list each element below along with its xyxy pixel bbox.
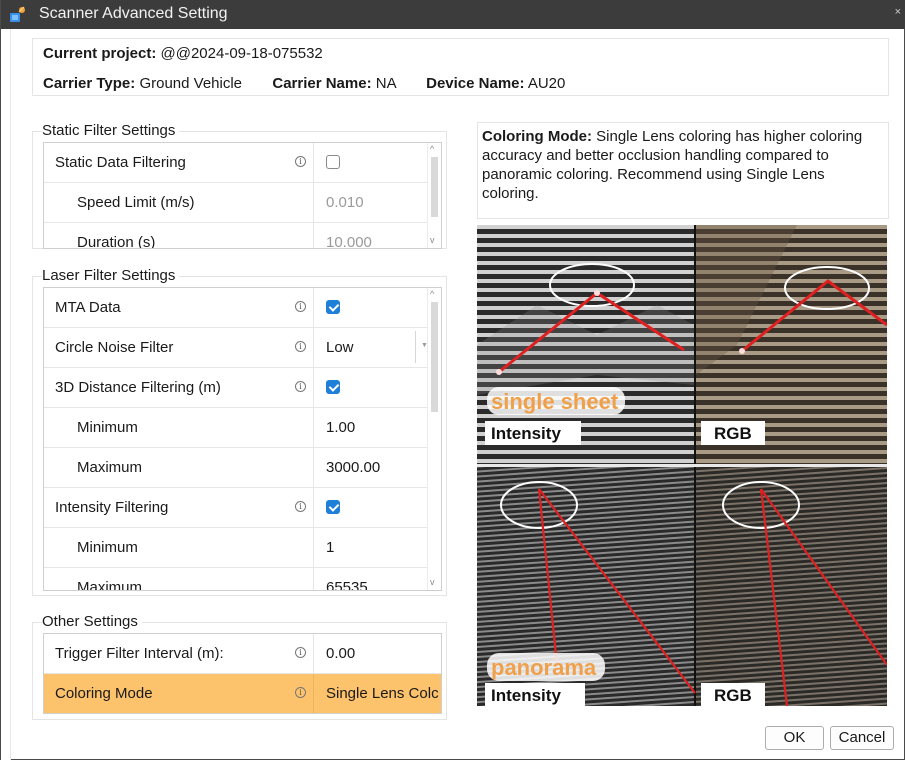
row-label: Trigger Filter Interval (m): bbox=[55, 645, 224, 662]
row-label: MTA Data bbox=[55, 299, 121, 316]
intensity-maximum-input[interactable]: 65535 bbox=[326, 579, 368, 590]
scroll-up-icon[interactable]: ^ bbox=[430, 144, 434, 154]
other-settings-title: Other Settings bbox=[42, 613, 142, 630]
static-data-filtering-checkbox[interactable] bbox=[326, 155, 340, 169]
bottom-intensity-label: Intensity bbox=[491, 686, 561, 705]
comparison-illustration: single sheet Intensity RGB panorama Inte… bbox=[477, 225, 887, 706]
distance-minimum-input[interactable]: 1.00 bbox=[326, 419, 355, 436]
app-logo-icon bbox=[10, 6, 25, 22]
coloring-mode-row[interactable]: Coloring Mode i Single Lens Colc bbox=[44, 674, 441, 713]
project-info-panel: Current project: @@2024-09-18-075532 Car… bbox=[32, 38, 889, 96]
mta-data-checkbox[interactable] bbox=[326, 300, 340, 314]
carrier-name-label: Carrier Name: bbox=[272, 75, 372, 92]
other-settings-grid: Trigger Filter Interval (m): i 0.00 Colo… bbox=[43, 633, 442, 714]
info-icon[interactable]: i bbox=[295, 381, 306, 392]
distance-maximum-input[interactable]: 3000.00 bbox=[326, 459, 380, 476]
trigger-filter-input[interactable]: 0.00 bbox=[326, 645, 355, 662]
scrollbar-thumb[interactable] bbox=[431, 157, 438, 217]
duration-row[interactable]: Duration (s) 10.000 bbox=[44, 223, 441, 249]
device-name-value: AU20 bbox=[527, 75, 566, 92]
close-icon[interactable]: × bbox=[895, 6, 901, 18]
row-label: 3D Distance Filtering (m) bbox=[55, 379, 221, 396]
intensity-minimum-input[interactable]: 1 bbox=[326, 539, 334, 556]
cancel-button[interactable]: Cancel bbox=[830, 726, 894, 750]
duration-input[interactable]: 10.000 bbox=[326, 234, 372, 248]
title-bar[interactable]: Scanner Advanced Setting × bbox=[1, 0, 905, 29]
intensity-maximum-row[interactable]: Maximum 65535 bbox=[44, 568, 441, 591]
bottom-rgb-label: RGB bbox=[714, 686, 752, 705]
laser-filter-group: Laser Filter Settings MTA Data i Circle … bbox=[32, 267, 447, 596]
info-icon[interactable]: i bbox=[295, 501, 306, 512]
circle-noise-filter-row[interactable]: Circle Noise Filter i Low ▼ bbox=[44, 328, 441, 368]
carrier-type-label: Carrier Type: bbox=[43, 75, 136, 92]
device-name-label: Device Name: bbox=[426, 75, 525, 92]
speed-limit-row[interactable]: Speed Limit (m/s) 0.010 bbox=[44, 183, 441, 223]
info-icon[interactable]: i bbox=[295, 156, 306, 167]
carrier-name-value: NA bbox=[375, 75, 396, 92]
row-label: Intensity Filtering bbox=[55, 499, 169, 516]
speed-limit-input[interactable]: 0.010 bbox=[326, 194, 364, 211]
static-filter-group: Static Filter Settings Static Data Filte… bbox=[32, 122, 447, 249]
row-label: Static Data Filtering bbox=[55, 154, 186, 171]
other-settings-group: Other Settings Trigger Filter Interval (… bbox=[32, 613, 447, 720]
distance-minimum-row[interactable]: Minimum 1.00 bbox=[44, 408, 441, 448]
intensity-minimum-row[interactable]: Minimum 1 bbox=[44, 528, 441, 568]
left-edge-strip bbox=[1, 29, 11, 760]
static-data-filtering-row[interactable]: Static Data Filtering i bbox=[44, 143, 441, 183]
intensity-filtering-row[interactable]: Intensity Filtering i bbox=[44, 488, 441, 528]
row-label: Speed Limit (m/s) bbox=[77, 194, 195, 211]
scroll-up-icon[interactable]: ^ bbox=[430, 289, 434, 299]
mta-data-row[interactable]: MTA Data i bbox=[44, 288, 441, 328]
carrier-info-line: Carrier Type: Ground Vehicle Carrier Nam… bbox=[43, 75, 565, 92]
ok-button[interactable]: OK bbox=[765, 726, 824, 750]
info-icon[interactable]: i bbox=[295, 647, 306, 658]
top-rgb-label: RGB bbox=[714, 424, 752, 443]
top-intensity-label: Intensity bbox=[491, 424, 561, 443]
scrollbar-thumb[interactable] bbox=[431, 302, 438, 412]
intensity-filtering-checkbox[interactable] bbox=[326, 500, 340, 514]
panorama-caption: panorama bbox=[491, 655, 597, 680]
laser-filter-title: Laser Filter Settings bbox=[42, 267, 180, 284]
info-icon[interactable]: i bbox=[295, 341, 306, 352]
distance-filtering-checkbox[interactable] bbox=[326, 380, 340, 394]
distance-filtering-row[interactable]: 3D Distance Filtering (m) i bbox=[44, 368, 441, 408]
distance-maximum-row[interactable]: Maximum 3000.00 bbox=[44, 448, 441, 488]
info-icon[interactable]: i bbox=[295, 301, 306, 312]
coloring-mode-description: Coloring Mode: Single Lens coloring has … bbox=[477, 122, 889, 219]
current-project-label: Current project: bbox=[43, 45, 157, 62]
row-label: Minimum bbox=[77, 539, 138, 556]
current-project-line: Current project: @@2024-09-18-075532 bbox=[43, 45, 323, 62]
row-label: Maximum bbox=[77, 459, 143, 476]
coloring-mode-select[interactable]: Single Lens Colc bbox=[326, 685, 439, 702]
single-sheet-caption: single sheet bbox=[491, 389, 619, 414]
static-filter-grid: Static Data Filtering i Speed Limit (m/s… bbox=[43, 142, 442, 249]
row-label: Maximum bbox=[77, 579, 143, 591]
info-icon[interactable]: i bbox=[295, 687, 306, 698]
row-label: Circle Noise Filter bbox=[55, 339, 174, 356]
current-project-value: @@2024-09-18-075532 bbox=[160, 45, 323, 62]
row-label: Coloring Mode bbox=[55, 685, 153, 702]
laser-filter-scrollbar[interactable]: ^ v bbox=[427, 288, 441, 590]
circle-noise-filter-select[interactable]: Low bbox=[326, 339, 354, 356]
coloring-comparison-image: single sheet Intensity RGB panorama Inte… bbox=[477, 225, 887, 706]
window-title: Scanner Advanced Setting bbox=[39, 5, 228, 22]
carrier-type-value: Ground Vehicle bbox=[139, 75, 243, 92]
static-filter-scrollbar[interactable]: ^ v bbox=[427, 143, 441, 248]
scroll-down-icon[interactable]: v bbox=[430, 577, 435, 587]
scroll-down-icon[interactable]: v bbox=[430, 235, 435, 245]
dialog-window: Scanner Advanced Setting × Current proje… bbox=[0, 0, 905, 760]
trigger-filter-row[interactable]: Trigger Filter Interval (m): i 0.00 bbox=[44, 634, 441, 674]
row-label: Duration (s) bbox=[77, 234, 156, 249]
row-label: Minimum bbox=[77, 419, 138, 436]
laser-filter-grid: MTA Data i Circle Noise Filter i Low ▼ 3… bbox=[43, 287, 442, 591]
static-filter-title: Static Filter Settings bbox=[42, 122, 180, 139]
coloring-mode-desc-label: Coloring Mode: bbox=[482, 128, 592, 145]
